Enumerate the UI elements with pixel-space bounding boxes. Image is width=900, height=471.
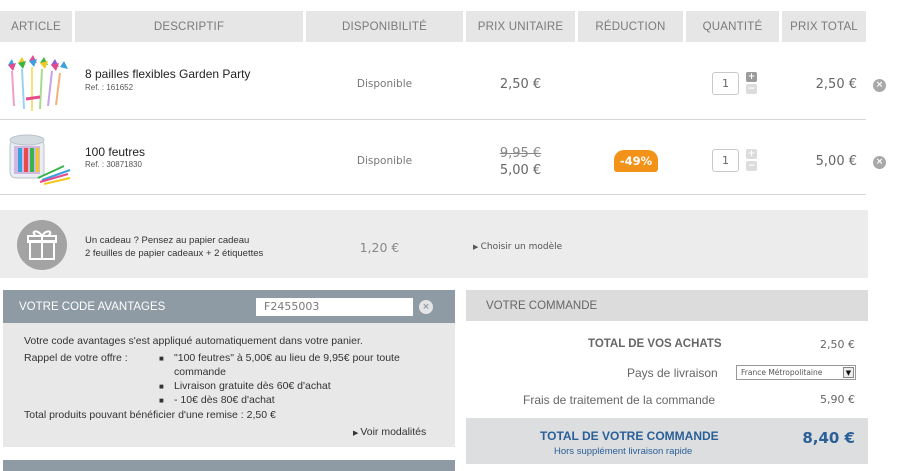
total-purchases-label: TOTAL DE VOS ACHATS: [588, 338, 722, 350]
delivery-country-value: France Métropolitaine: [741, 368, 823, 377]
promo-code-header: VOTRE CODE AVANTAGES F2455003 ×: [3, 290, 455, 323]
felt-pens-image: [9, 134, 71, 185]
gift-wrap-row: Un cadeau ? Pensez au papier cadeau 2 fe…: [0, 210, 868, 278]
col-header-quantite: QUANTITÉ: [686, 11, 779, 42]
promo-offer-2: Livraison gratuite dès 60€ d'achat: [174, 380, 331, 392]
clear-code-button[interactable]: ×: [419, 300, 433, 314]
promo-code-details: Votre code avantages s'est appliqué auto…: [3, 323, 455, 447]
delivery-country-select[interactable]: France Métropolitaine ▼: [736, 365, 856, 380]
total-purchases-value: 2,50 €: [820, 338, 855, 351]
gift-icon: [17, 220, 67, 270]
bullet-icon: ■: [159, 354, 164, 363]
order-summary-title: VOTRE COMMANDE: [486, 300, 598, 312]
promo-offer-1: "100 feutres" à 5,00€ au lieu de 9,95€ p…: [174, 352, 400, 364]
col-header-prix-unitaire: PRIX UNITAIRE: [466, 11, 575, 42]
old-price: 9,95 €: [499, 146, 542, 161]
quantity-plus-button[interactable]: +: [746, 149, 757, 159]
arrow-right-icon: ▶: [473, 243, 481, 251]
col-header-descriptif: DESCRIPTIF: [75, 11, 303, 42]
promo-offer-1-cont: commande: [174, 366, 226, 378]
unit-price: 5,00 €: [499, 163, 542, 178]
straws-image: [8, 55, 68, 111]
quantity-input[interactable]: 1: [712, 149, 739, 172]
product-ref: Ref. : 30871830: [85, 160, 142, 169]
quantity-plus-button[interactable]: +: [746, 72, 757, 82]
gift-line-1: Un cadeau ? Pensez au papier cadeau: [85, 235, 250, 246]
availability: Disponible: [356, 155, 413, 167]
promo-code-input[interactable]: F2455003: [256, 298, 413, 316]
col-header-prix-total: PRIX TOTAL: [782, 11, 866, 42]
cart-row: 100 feutres Ref. : 30871830 Disponible 9…: [0, 120, 886, 195]
voir-modalites-link[interactable]: ▶ Voir modalités: [353, 426, 426, 438]
promo-eligible-total: Total produits pouvant bénéficier d'une …: [24, 409, 276, 421]
quantity-minus-button[interactable]: −: [746, 161, 757, 171]
col-header-article: ARTICLE: [0, 11, 72, 42]
remove-item-button[interactable]: ×: [873, 156, 886, 169]
order-summary-header: VOTRE COMMANDE: [466, 290, 868, 321]
chevron-down-icon: ▼: [843, 367, 854, 378]
next-section-header: [3, 460, 455, 471]
choose-model-label: Choisir un modèle: [480, 242, 563, 252]
col-header-disponibilite: DISPONIBILITÉ: [306, 11, 463, 42]
promo-applied-text: Votre code avantages s'est appliqué auto…: [24, 335, 363, 347]
line-total: 2,50 €: [815, 77, 857, 92]
bullet-icon: ■: [159, 382, 164, 391]
discount-badge: -49%: [614, 150, 658, 172]
gift-line-2: 2 feuilles de papier cadeaux + 2 étiquet…: [85, 248, 264, 259]
order-total-note: Hors supplément livraison rapide: [554, 446, 693, 457]
availability: Disponible: [356, 78, 413, 90]
unit-price: 2,50 €: [499, 77, 542, 92]
col-header-reduction: RÉDUCTION: [578, 11, 683, 42]
voir-modalites-label: Voir modalités: [360, 426, 427, 438]
gift-price: 1,20 €: [359, 240, 400, 255]
delivery-country-label: Pays de livraison: [627, 366, 718, 380]
product-name[interactable]: 8 pailles flexibles Garden Party: [85, 67, 250, 81]
line-total: 5,00 €: [815, 154, 857, 169]
product-name[interactable]: 100 feutres: [85, 145, 145, 159]
order-total-label: TOTAL DE VOTRE COMMANDE: [540, 429, 719, 443]
remove-item-button[interactable]: ×: [873, 79, 886, 92]
choose-model-link[interactable]: ▶ Choisir un modèle: [473, 242, 562, 252]
promo-rappel-label: Rappel de votre offre :: [24, 352, 128, 364]
processing-fee-label: Frais de traitement de la commande: [523, 393, 716, 407]
product-ref: Ref. : 161652: [85, 83, 134, 92]
quantity-input[interactable]: 1: [712, 72, 739, 95]
processing-fee-value: 5,90 €: [820, 393, 855, 406]
promo-code-title: VOTRE CODE AVANTAGES: [19, 301, 166, 313]
bullet-icon: ■: [159, 396, 164, 405]
order-total-value: 8,40 €: [802, 429, 855, 447]
quantity-minus-button[interactable]: −: [746, 84, 757, 94]
promo-offer-3: - 10€ dès 80€ d'achat: [174, 394, 275, 406]
cart-row: 8 pailles flexibles Garden Party Ref. : …: [0, 43, 886, 120]
